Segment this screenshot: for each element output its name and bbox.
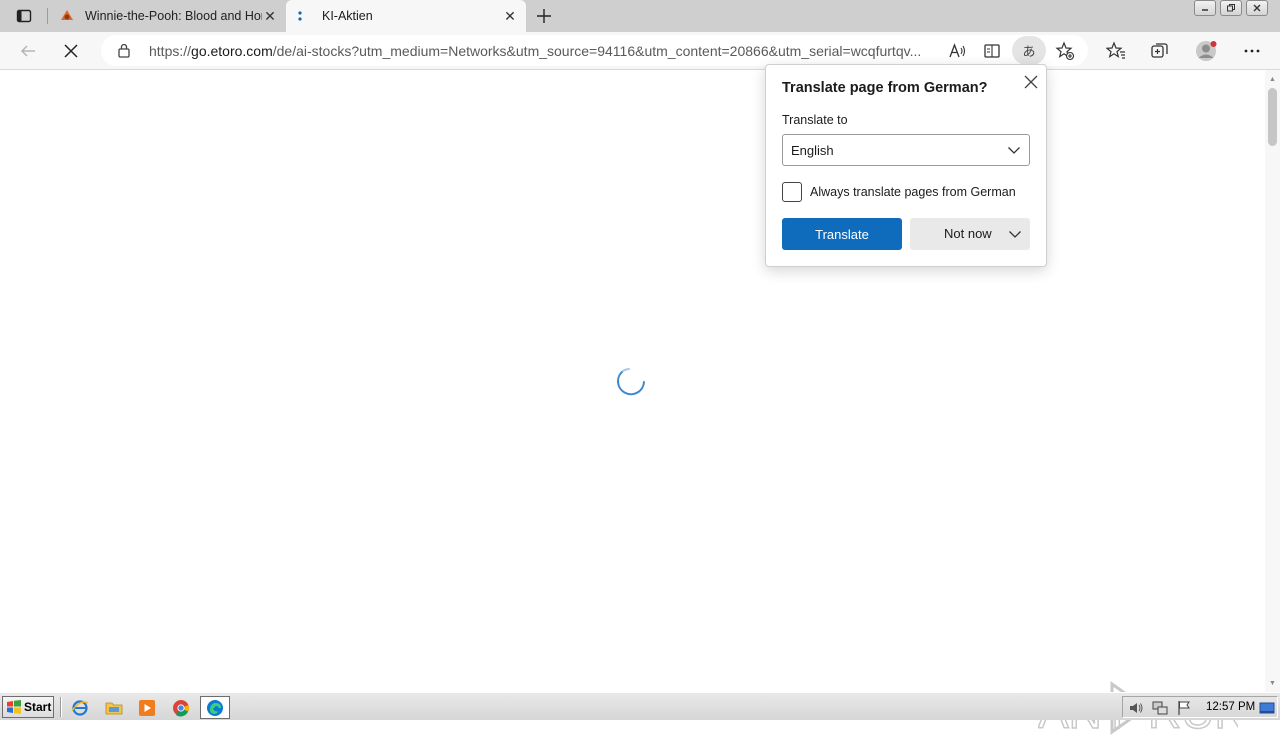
collections-icon	[1151, 43, 1168, 58]
system-tray: 12:57 PM	[1122, 696, 1278, 718]
close-tab-icon[interactable]: ✕	[502, 8, 518, 24]
taskbar-clock[interactable]: 12:57 PM	[1206, 701, 1255, 713]
new-tab-button[interactable]	[532, 4, 556, 28]
close-icon	[1024, 75, 1038, 89]
read-aloud-button[interactable]	[945, 39, 969, 63]
url-path: /de/ai-stocks?utm_medium=Networks&utm_so…	[272, 43, 922, 59]
scroll-down-arrow-icon[interactable]: ▼	[1268, 679, 1277, 688]
immersive-reader-button[interactable]	[980, 39, 1004, 63]
add-favorite-button[interactable]	[1053, 39, 1077, 63]
chevron-down-icon[interactable]	[1008, 227, 1022, 241]
immersive-reader-icon	[984, 44, 1000, 58]
media-player-icon[interactable]	[136, 697, 158, 719]
not-now-label: Not now	[944, 226, 992, 241]
close-tab-icon[interactable]: ✕	[262, 8, 278, 24]
winnie-favicon-icon	[59, 8, 75, 24]
minimize-button[interactable]	[1194, 0, 1216, 16]
ie-icon[interactable]	[69, 697, 91, 719]
close-icon	[64, 44, 78, 58]
browser-toolbar: https://go.etoro.com/de/ai-stocks?utm_me…	[0, 32, 1280, 70]
vertical-scrollbar[interactable]: ▲ ▼	[1265, 70, 1280, 692]
folder-icon[interactable]	[103, 697, 125, 719]
volume-icon[interactable]	[1128, 700, 1144, 716]
translate-icon: あ	[1022, 44, 1036, 59]
close-popup-button[interactable]	[1020, 71, 1042, 93]
always-translate-label[interactable]: Always translate pages from German	[810, 185, 1016, 199]
start-button[interactable]: Start	[2, 696, 54, 718]
scroll-up-arrow-icon[interactable]: ▲	[1268, 75, 1277, 84]
favorites-icon	[1106, 41, 1125, 59]
always-translate-checkbox[interactable]	[782, 182, 802, 202]
translate-popup: Translate page from German? Translate to…	[765, 64, 1047, 267]
restore-button[interactable]	[1220, 0, 1242, 16]
action-center-flag-icon[interactable]	[1176, 700, 1192, 716]
favorites-button[interactable]	[1102, 37, 1130, 65]
url-text[interactable]: https://go.etoro.com/de/ai-stocks?utm_me…	[149, 43, 939, 59]
tab-ki-aktien[interactable]: KI-Aktien ✕	[286, 0, 526, 32]
translate-to-label: Translate to	[782, 113, 848, 127]
minimize-icon	[1202, 9, 1208, 11]
selected-language: English	[791, 143, 834, 158]
close-window-button[interactable]	[1246, 0, 1268, 16]
close-icon	[1253, 4, 1261, 12]
tab-title: KI-Aktien	[322, 9, 373, 23]
avatar-icon	[1196, 41, 1217, 61]
translate-button[interactable]: あ	[1012, 36, 1046, 65]
window-controls	[1194, 0, 1268, 18]
chrome-icon[interactable]	[170, 697, 192, 719]
scrollbar-thumb[interactable]	[1268, 88, 1277, 146]
lock-icon[interactable]	[116, 42, 132, 58]
not-now-button[interactable]: Not now	[910, 218, 1030, 250]
url-host: go.etoro.com	[191, 43, 273, 59]
plus-icon	[537, 9, 551, 23]
windows-taskbar: Start 12:57 PM	[0, 692, 1280, 720]
star-add-icon	[1055, 41, 1075, 61]
url-prefix: https://	[149, 43, 192, 59]
tab-title: Winnie-the-Pooh: Blood and Honey	[85, 9, 262, 23]
tab-actions-button[interactable]	[10, 4, 38, 28]
start-label: Start	[24, 700, 52, 714]
tab-winnie[interactable]: Winnie-the-Pooh: Blood and Honey ✕	[49, 0, 286, 32]
restore-icon	[1227, 4, 1235, 12]
settings-more-button[interactable]	[1238, 37, 1266, 65]
chevron-down-icon	[1008, 147, 1020, 154]
loading-dots-icon	[296, 8, 312, 24]
windows-logo-icon	[7, 700, 21, 714]
loading-spinner-icon	[617, 368, 645, 396]
profile-button[interactable]	[1192, 37, 1220, 65]
more-dots-icon	[1244, 49, 1260, 53]
read-aloud-icon	[949, 43, 966, 58]
show-desktop-icon[interactable]	[1259, 700, 1275, 716]
popup-title: Translate page from German?	[782, 80, 988, 96]
page-content: ANY RUN	[0, 70, 1265, 739]
translate-button[interactable]: Translate	[782, 218, 902, 250]
edge-icon[interactable]	[200, 696, 230, 719]
target-language-select[interactable]: English	[782, 134, 1030, 166]
taskbar-separator	[60, 697, 62, 717]
network-icon[interactable]	[1152, 700, 1168, 716]
tab-separator	[47, 8, 48, 24]
tab-actions-icon	[16, 9, 32, 23]
stop-loading-button[interactable]	[57, 37, 85, 65]
tab-strip: Winnie-the-Pooh: Blood and Honey ✕ KI-Ak…	[0, 0, 1280, 32]
address-bar[interactable]: https://go.etoro.com/de/ai-stocks?utm_me…	[101, 35, 1088, 66]
back-arrow-icon	[20, 45, 35, 57]
collections-button[interactable]	[1146, 37, 1174, 65]
back-button[interactable]	[14, 37, 42, 65]
